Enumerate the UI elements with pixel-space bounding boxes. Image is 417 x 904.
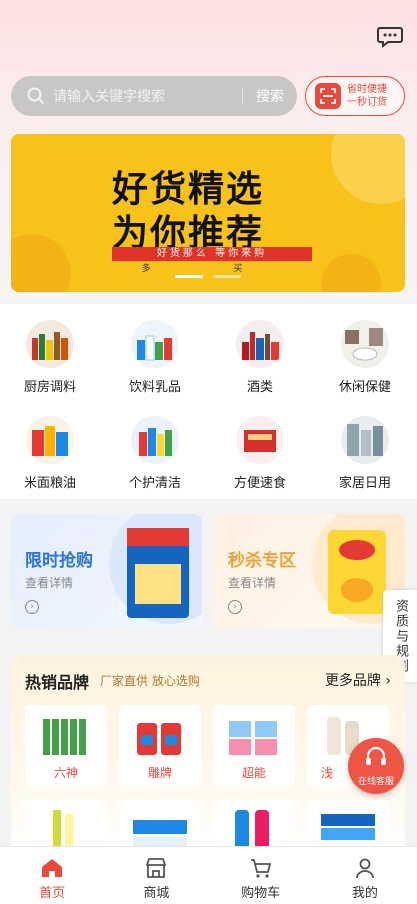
category-label: 厨房调料	[23, 380, 76, 395]
kitchen-seasoning-icon	[26, 320, 74, 368]
brand-label: 雕牌	[147, 766, 172, 780]
personal-care-icon	[131, 416, 179, 464]
category-label: 家居日用	[338, 476, 391, 491]
search-icon	[27, 87, 45, 105]
tab-label: 我的	[351, 886, 378, 901]
quick-order-line1: 省时便捷	[347, 84, 387, 95]
cart-icon	[250, 859, 271, 878]
seckill-title: 秒杀专区	[228, 551, 296, 571]
brand-product-image	[137, 723, 181, 755]
online-service-label: 在线客服	[357, 777, 394, 787]
brand-card[interactable]: 超能	[213, 705, 295, 787]
quick-order-button[interactable]: 省时便捷 一秒订货	[305, 76, 405, 116]
seckill-sub: 查看详情	[228, 576, 277, 590]
category-label: 酒类	[246, 380, 273, 395]
tab-home[interactable]: 首页	[0, 847, 104, 904]
tab-label: 首页	[39, 886, 66, 901]
promo-banner[interactable]: 好货精选 为你推荐 好货那么 等你来购 多 买	[11, 134, 405, 292]
category-label: 方便速食	[233, 476, 286, 491]
tab-store[interactable]: 商城	[104, 847, 208, 904]
user-icon	[355, 858, 374, 879]
category-label: 米面粮油	[23, 476, 76, 491]
pagination-dot	[213, 275, 241, 278]
hot-brands-title: 热销品牌	[25, 673, 90, 692]
online-service-button[interactable]: 在线客服	[348, 738, 404, 794]
category-grain-oil[interactable]: 米面粮油	[10, 416, 90, 491]
hot-brands-panel: 热销品牌 厂家直供 放心选购 更多品牌 › 六神 雕牌 超能 浅	[11, 655, 405, 855]
category-grid: 厨房调料 饮料乳品 酒类 休闲保健 米面粮油 个护清洁 方便速食 家居日用	[0, 304, 417, 499]
category-kitchen[interactable]: 厨房调料	[10, 320, 90, 395]
brand-card[interactable]: 雕牌	[119, 705, 201, 787]
brand-label: 超能	[241, 766, 266, 780]
beverage-dairy-icon	[131, 320, 179, 368]
search-button[interactable]: 搜索	[243, 86, 297, 106]
category-instant-food[interactable]: 方便速食	[220, 416, 300, 491]
brand-product-image	[43, 719, 86, 755]
more-brands-link[interactable]: 更多品牌 ›	[325, 670, 391, 690]
category-drinks[interactable]: 饮料乳品	[115, 320, 195, 395]
instant-food-icon	[236, 416, 284, 464]
brand-product-image	[229, 721, 277, 755]
banner-strip: 好货那么 等你来购	[112, 247, 312, 261]
category-liquor[interactable]: 酒类	[220, 320, 300, 395]
category-label: 个护清洁	[128, 476, 181, 491]
scan-icon	[315, 83, 341, 109]
banner-pagination	[175, 275, 241, 278]
flash-sale-card[interactable]: 限时抢购 查看详情 ›	[11, 514, 202, 628]
category-household[interactable]: 家居日用	[325, 416, 405, 491]
quick-order-line2: 一秒订货	[347, 97, 387, 108]
search-input[interactable]: 请输入关键字搜索	[53, 86, 242, 106]
headset-icon	[366, 746, 386, 765]
pagination-dot-active	[175, 275, 203, 278]
tab-label: 购物车	[241, 886, 281, 901]
category-label: 饮料乳品	[128, 380, 181, 395]
tab-profile[interactable]: 我的	[313, 847, 417, 904]
home-icon	[42, 859, 63, 877]
tab-label: 商城	[143, 886, 170, 901]
category-label: 休闲保健	[338, 380, 391, 395]
brand-card[interactable]: 六神	[25, 705, 107, 787]
store-icon	[146, 858, 167, 878]
search-bar[interactable]: 请输入关键字搜索 搜索	[11, 76, 297, 116]
flash-sale-sub: 查看详情	[25, 576, 74, 590]
flash-sale-product-image	[109, 514, 202, 624]
flash-sale-title: 限时抢购	[25, 551, 93, 571]
chevron-right-icon: ›	[25, 600, 39, 614]
search-divider	[242, 87, 243, 105]
category-personal-care[interactable]: 个护清洁	[115, 416, 195, 491]
brand-label: 六神	[53, 766, 78, 780]
bottom-tab-bar: 首页 商城 购物车 我的	[0, 846, 417, 904]
liquor-icon	[236, 320, 284, 368]
grain-oil-icon	[26, 416, 74, 464]
tab-cart[interactable]: 购物车	[209, 847, 313, 904]
hot-brands-subtitle: 厂家直供 放心选购	[100, 674, 200, 688]
banner-strip-sub: 多 买	[141, 264, 283, 274]
household-icon	[341, 416, 389, 464]
snacks-health-icon	[341, 320, 389, 368]
chat-bubble-icon[interactable]	[377, 26, 403, 48]
chevron-right-icon: ›	[228, 600, 242, 614]
seckill-card[interactable]: 秒杀专区 查看详情 ›	[214, 514, 405, 628]
category-snacks-health[interactable]: 休闲保健	[325, 320, 405, 395]
more-brands-label: 更多品牌	[324, 673, 381, 689]
